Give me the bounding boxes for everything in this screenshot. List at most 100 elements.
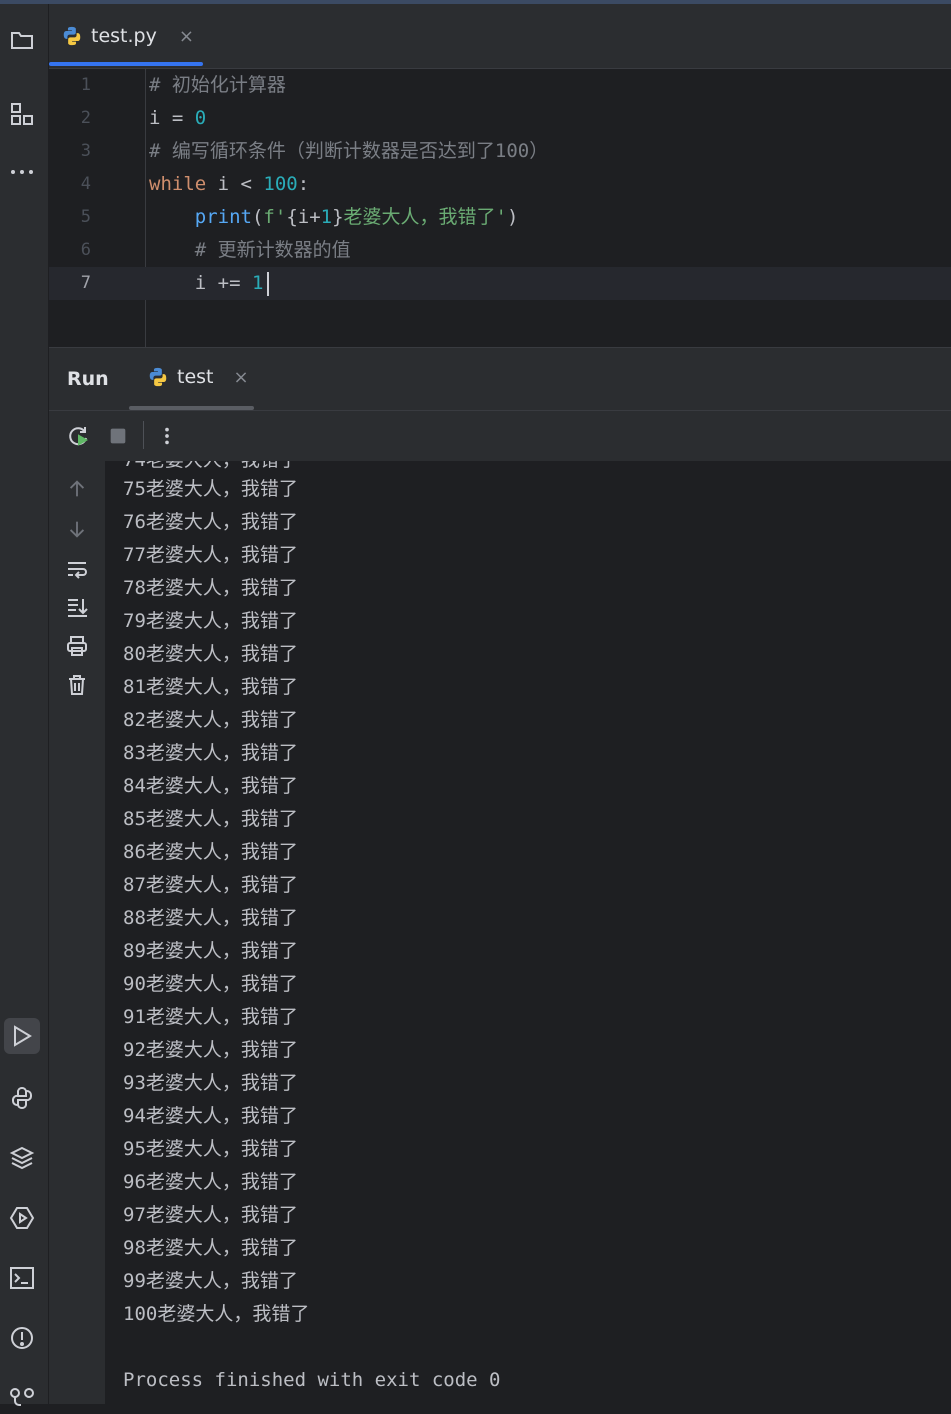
code-token: # 编写循环条件（判断计数器是否达到了100） <box>149 140 549 162</box>
print-icon[interactable] <box>63 632 91 660</box>
code-text: print(f'{i+1}老婆大人，我错了') <box>149 201 519 234</box>
code-line[interactable]: 5 print(f'{i+1}老婆大人，我错了') <box>49 201 951 234</box>
console-line: 76老婆大人，我错了 <box>123 511 298 533</box>
clear-icon[interactable] <box>63 671 91 699</box>
code-text: # 初始化计算器 <box>149 69 286 102</box>
code-token: 100 <box>263 173 298 195</box>
editor-tab-test-py[interactable]: test.py × <box>61 16 194 56</box>
structure-icon[interactable] <box>4 96 40 132</box>
line-number: 4 <box>80 174 91 194</box>
editor-tab-label: test.py <box>91 25 157 47</box>
scroll-up-icon[interactable] <box>63 475 91 503</box>
process-exit-message: Process finished with exit code 0 <box>123 1369 501 1391</box>
console-line: 99老婆大人，我错了 <box>123 1270 298 1292</box>
run-side-toolbar <box>49 461 105 1404</box>
console-line: 92老婆大人，我错了 <box>123 1039 298 1061</box>
soft-wrap-icon[interactable] <box>63 555 91 583</box>
python-console-icon[interactable] <box>4 1080 40 1116</box>
console-line: 91老婆大人，我错了 <box>123 1006 298 1028</box>
console-line: 78老婆大人，我错了 <box>123 577 298 599</box>
code-line[interactable]: 2 i = 0 <box>49 102 951 135</box>
code-editor[interactable]: 1 # 初始化计算器 2 i = 0 3 # 编写循环条件（判断计数器是否达到了100） 4… <box>49 69 951 347</box>
line-number: 2 <box>80 108 91 128</box>
python-file-icon <box>63 26 81 46</box>
active-tab-indicator <box>49 62 203 66</box>
code-token: f' <box>263 206 287 228</box>
code-text: i += 1 <box>149 267 270 300</box>
text-caret <box>267 271 270 296</box>
run-icon[interactable] <box>4 1018 40 1054</box>
code-token: # 初始化计算器 <box>149 74 286 96</box>
code-line[interactable]: 6 # 更新计数器的值 <box>49 234 951 267</box>
terminal-icon[interactable] <box>4 1260 40 1296</box>
console-line: 90老婆大人，我错了 <box>123 973 298 995</box>
console-line: 97老婆大人，我错了 <box>123 1204 298 1226</box>
console-line: 77老婆大人，我错了 <box>123 544 298 566</box>
run-tab-test[interactable]: test × <box>147 366 249 388</box>
run-tool-window-title: Run <box>67 368 109 390</box>
run-tab-label: test <box>177 366 214 388</box>
console-line: 88老婆大人，我错了 <box>123 907 298 929</box>
code-token: 0 <box>194 107 207 129</box>
console-line: 95老婆大人，我错了 <box>123 1138 298 1160</box>
console-line: 75老婆大人，我错了 <box>123 478 298 500</box>
git-icon[interactable] <box>4 1378 40 1414</box>
problems-icon[interactable] <box>4 1320 40 1356</box>
code-line[interactable]: 7 i += 1 <box>49 267 951 300</box>
console-line: 87老婆大人，我错了 <box>123 874 298 896</box>
console-line: 79老婆大人，我错了 <box>123 610 298 632</box>
layers-icon[interactable] <box>4 1140 40 1176</box>
close-icon[interactable]: × <box>234 367 249 388</box>
more-icon[interactable] <box>4 154 40 190</box>
more-vertical-icon[interactable] <box>155 424 179 448</box>
code-line[interactable]: 1 # 初始化计算器 <box>49 69 951 102</box>
code-text: while i < 100: <box>149 168 309 201</box>
scroll-to-end-icon[interactable] <box>63 593 91 621</box>
scroll-down-icon[interactable] <box>63 515 91 543</box>
console-line: 84老婆大人，我错了 <box>123 775 298 797</box>
console-line: 93老婆大人，我错了 <box>123 1072 298 1094</box>
services-icon[interactable] <box>4 1200 40 1236</box>
editor-tab-bar: test.py × <box>49 4 951 69</box>
code-token: : <box>297 173 310 195</box>
close-icon[interactable]: × <box>179 26 194 47</box>
code-token: 1 <box>251 272 264 294</box>
code-line[interactable]: 3 # 编写循环条件（判断计数器是否达到了100） <box>49 135 951 168</box>
line-number: 7 <box>80 273 91 293</box>
code-token: ( <box>251 206 264 228</box>
console-line: 96老婆大人，我错了 <box>123 1171 298 1193</box>
console-line: 80老婆大人，我错了 <box>123 643 298 665</box>
code-token: 老婆大人，我错了' <box>343 206 507 228</box>
console-output[interactable]: 74老婆大人，我错了 75老婆大人，我错了76老婆大人，我错了77老婆大人，我错… <box>105 461 951 1404</box>
code-text: # 编写循环条件（判断计数器是否达到了100） <box>149 135 548 168</box>
code-token: i += <box>149 272 252 294</box>
console-line: 82老婆大人，我错了 <box>123 709 298 731</box>
activity-bar <box>0 4 49 1406</box>
stop-icon[interactable] <box>106 424 130 448</box>
folder-icon[interactable] <box>4 22 40 58</box>
code-token: {i+ <box>286 206 321 228</box>
console-line: 94老婆大人，我错了 <box>123 1105 298 1127</box>
line-number: 3 <box>80 141 91 161</box>
code-token: while <box>149 173 207 195</box>
run-toolbar <box>49 410 951 462</box>
line-number: 1 <box>80 75 91 95</box>
line-number: 6 <box>80 240 91 260</box>
console-line: 89老婆大人，我错了 <box>123 940 298 962</box>
console-line: 100老婆大人，我错了 <box>123 1303 310 1325</box>
run-tool-window-header: Run test × <box>49 347 951 411</box>
code-token: i < <box>206 173 264 195</box>
code-token: i = <box>149 107 195 129</box>
console-line: 83老婆大人，我错了 <box>123 742 298 764</box>
code-line[interactable]: 4 while i < 100: <box>49 168 951 201</box>
code-token: # 更新计数器的值 <box>194 239 351 261</box>
code-token: } <box>332 206 344 228</box>
console-line: 98老婆大人，我错了 <box>123 1237 298 1259</box>
code-text: i = 0 <box>149 102 206 135</box>
rerun-icon[interactable] <box>66 424 90 448</box>
line-number: 5 <box>80 207 91 227</box>
python-run-config-icon <box>149 367 167 387</box>
console-line: 85老婆大人，我错了 <box>123 808 298 830</box>
